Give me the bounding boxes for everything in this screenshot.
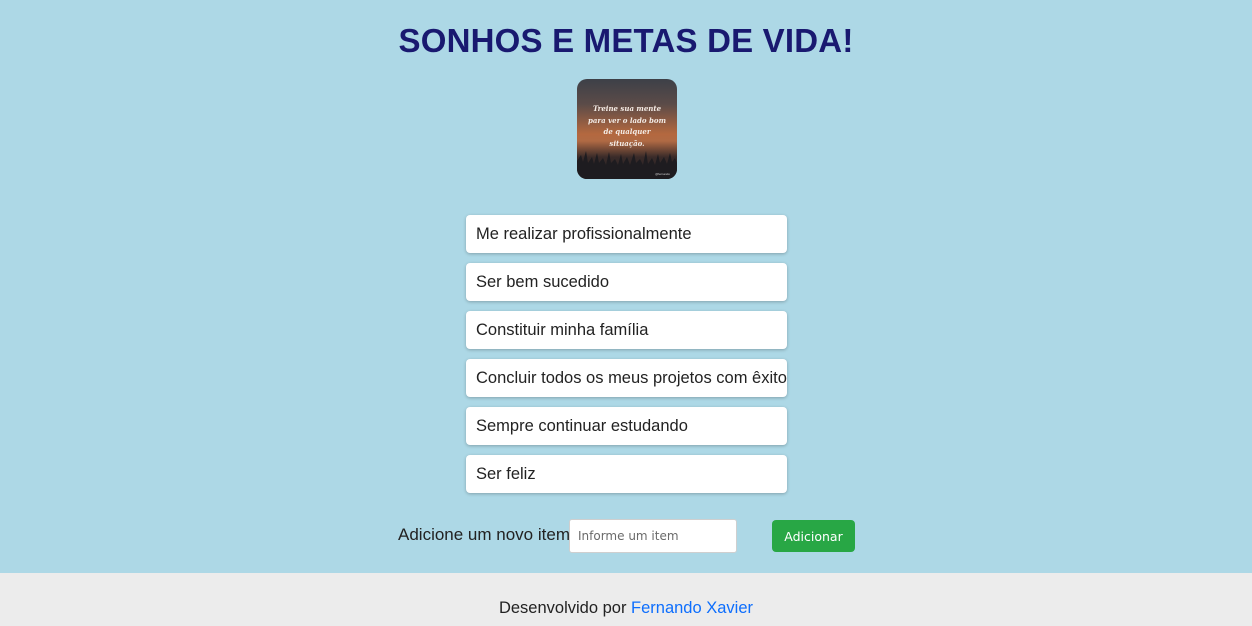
list-item[interactable]: Ser bem sucedido: [466, 263, 787, 301]
list-item[interactable]: Me realizar profissionalmente: [466, 215, 787, 253]
author-link[interactable]: Fernando Xavier: [631, 599, 753, 617]
goal-list: Me realizar profissionalmente Ser bem su…: [466, 215, 787, 503]
add-item-label: Adicione um novo item:: [398, 525, 575, 544]
list-item[interactable]: Constituir minha família: [466, 311, 787, 349]
list-item[interactable]: Sempre continuar estudando: [466, 407, 787, 445]
page-title: SONHOS E METAS DE VIDA!: [398, 22, 854, 59]
list-item[interactable]: Concluir todos os meus projetos com êxit…: [466, 359, 787, 397]
add-button[interactable]: Adicionar: [772, 520, 855, 552]
image-signature: @fernando: [655, 172, 670, 176]
new-item-input[interactable]: [569, 519, 737, 553]
footer: Desenvolvido por Fernando Xavier: [0, 573, 1252, 626]
main-section: SONHOS E METAS DE VIDA! Treine sua mente…: [0, 0, 1252, 573]
footer-text: Desenvolvido por: [498, 599, 632, 617]
motivational-quote-image: Treine sua mente para ver o lado bom de …: [577, 79, 677, 179]
list-item[interactable]: Ser feliz: [466, 455, 787, 493]
quote-text: Treine sua mente para ver o lado bom de …: [587, 104, 666, 148]
